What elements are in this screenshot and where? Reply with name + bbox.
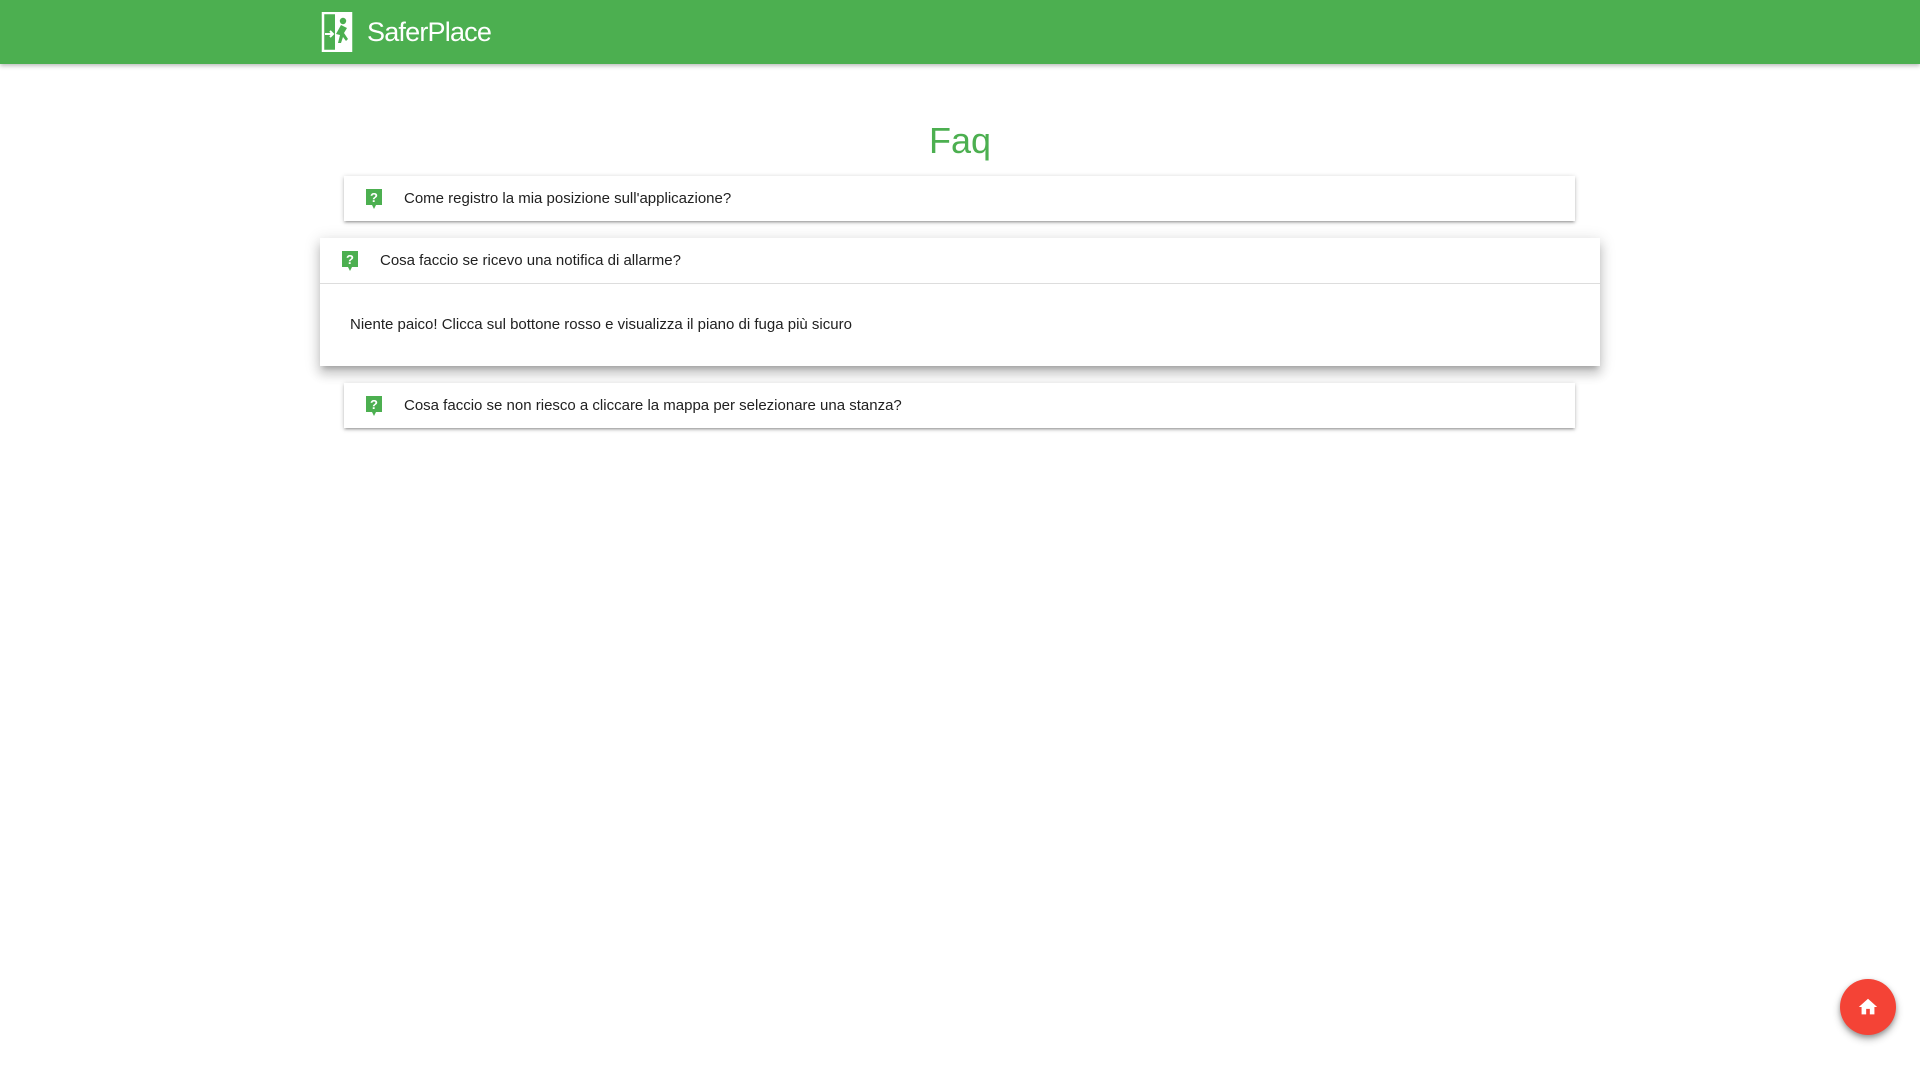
faq-answer-body: Niente paico! Clicca sul bottone rosso e… [320, 283, 1600, 366]
faq-answer: Niente paico! Clicca sul bottone rosso e… [350, 316, 852, 333]
faq-question-header[interactable]: ? Cosa faccio se ricevo una notifica di … [320, 238, 1600, 283]
faq-item: ? Come registro la mia posizione sull'ap… [344, 176, 1575, 221]
top-navbar: SaferPlace [0, 0, 1920, 64]
question-mark-icon: ? [366, 189, 382, 209]
faq-question: Cosa faccio se ricevo una notifica di al… [380, 252, 681, 269]
question-mark-icon: ? [342, 251, 358, 271]
svg-text:?: ? [370, 190, 378, 205]
faq-question: Cosa faccio se non riesco a cliccare la … [404, 397, 902, 414]
faq-question-header[interactable]: ? Cosa faccio se non riesco a cliccare l… [344, 383, 1575, 428]
svg-text:?: ? [370, 397, 378, 412]
page-title: Faq [928, 120, 992, 161]
brand-link[interactable]: SaferPlace [321, 12, 492, 52]
brand-name: SaferPlace [367, 16, 492, 47]
emergency-exit-icon [321, 12, 353, 52]
svg-text:?: ? [346, 252, 354, 267]
question-mark-icon: ? [366, 396, 382, 416]
home-button[interactable] [1840, 979, 1896, 1035]
faq-item-expanded: ? Cosa faccio se ricevo una notifica di … [320, 238, 1600, 366]
faq-question: Come registro la mia posizione sull'appl… [404, 190, 732, 207]
faq-item: ? Cosa faccio se non riesco a cliccare l… [344, 383, 1575, 428]
faq-question-header[interactable]: ? Come registro la mia posizione sull'ap… [344, 176, 1575, 221]
home-icon [1858, 998, 1878, 1015]
